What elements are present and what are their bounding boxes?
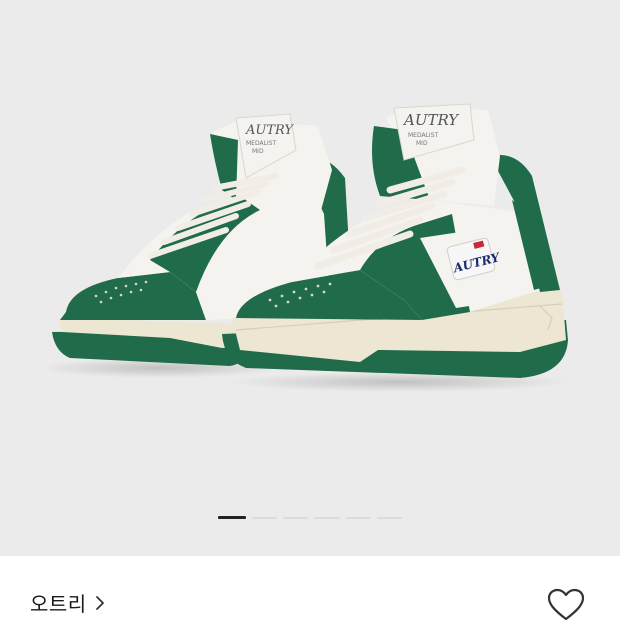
left-tongue-line1: MEDALIST xyxy=(246,140,277,147)
gallery-pager[interactable] xyxy=(218,516,403,519)
pager-indicator-active[interactable] xyxy=(218,516,246,519)
pager-indicator[interactable] xyxy=(345,516,371,519)
pager-indicator[interactable] xyxy=(376,516,403,519)
product-image-gallery[interactable]: AUTRY MEDALIST MID AUTRY AUTRY MEDALIST … xyxy=(0,0,620,556)
wishlist-heart-icon[interactable] xyxy=(546,588,586,622)
right-tongue-line2: MID xyxy=(416,140,428,147)
right-tongue-line1: MEDALIST xyxy=(408,132,439,139)
pager-indicator[interactable] xyxy=(283,516,309,519)
right-tongue-logo: AUTRY xyxy=(402,111,460,129)
pager-indicator[interactable] xyxy=(251,516,278,519)
left-tongue-line2: MID xyxy=(252,148,264,155)
brand-link[interactable]: 오트리 xyxy=(30,588,105,617)
left-tongue-logo: AUTRY xyxy=(245,123,294,138)
pager-indicator[interactable] xyxy=(314,516,340,519)
product-photo: AUTRY MEDALIST MID AUTRY AUTRY MEDALIST … xyxy=(40,103,570,392)
brand-name: 오트리 xyxy=(30,592,87,616)
chevron-right-icon xyxy=(95,595,105,611)
